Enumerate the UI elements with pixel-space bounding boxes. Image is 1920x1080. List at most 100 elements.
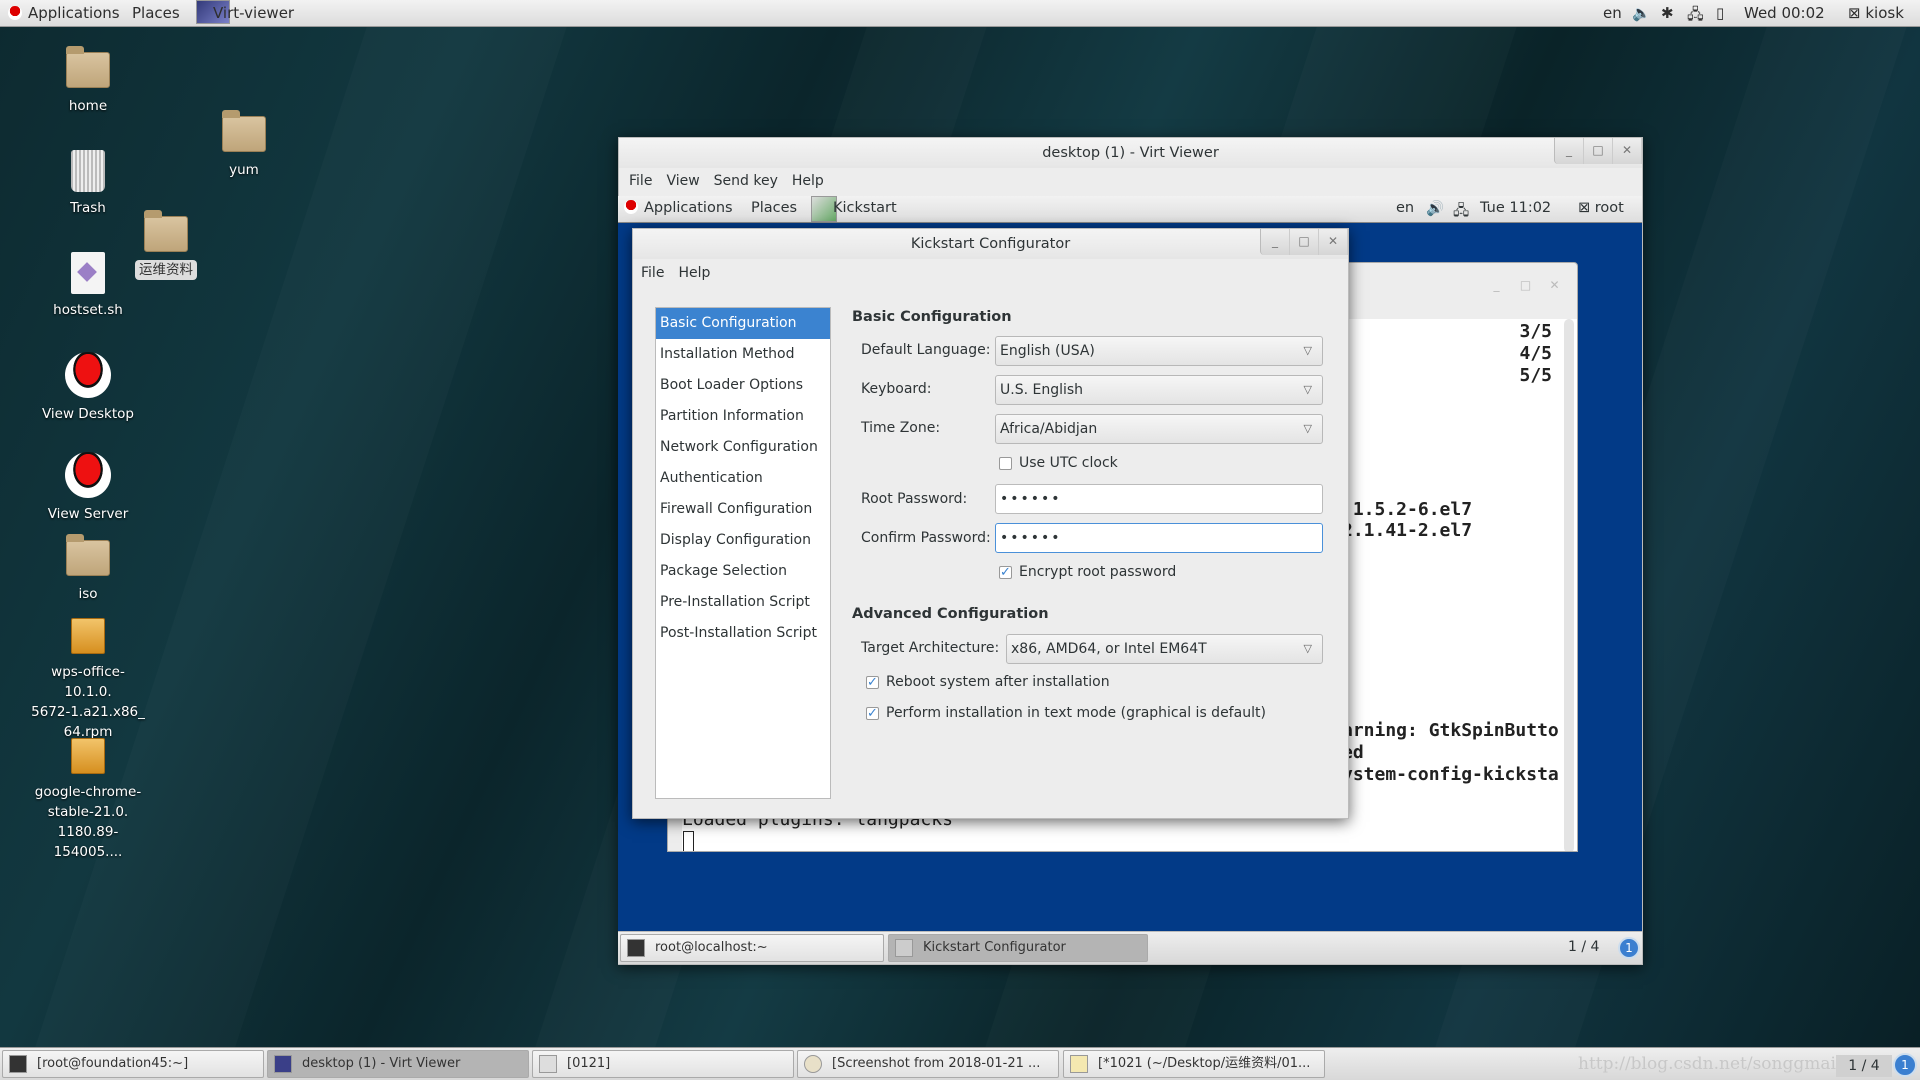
desktop-icon-wps-rpm[interactable]: wps-office-10.1.0. 5672-1.a21.x86_ 64.rp… [28, 618, 148, 742]
maximize-button[interactable]: □ [1290, 229, 1319, 255]
desktop-icon-trash[interactable]: Trash [28, 150, 148, 218]
confirm-password-input[interactable]: •••••• [995, 523, 1323, 553]
guest-applications-menu[interactable]: Applications [624, 200, 733, 216]
target-architecture-label: Target Architecture: [861, 640, 1000, 656]
reboot-checkbox[interactable]: ✓ [866, 676, 879, 689]
terminal-line: 3/5 [1519, 321, 1552, 342]
volume-icon[interactable]: 🔊 [1426, 200, 1444, 217]
guest-task-terminal[interactable]: root@localhost:~ [620, 934, 884, 962]
section-boot-loader-options[interactable]: Boot Loader Options [656, 370, 830, 401]
menu-file[interactable]: File [629, 173, 652, 189]
minimize-button[interactable]: _ [1482, 273, 1511, 299]
terminal-line: ystem-config-kicksta [1342, 764, 1559, 785]
network-icon[interactable]: 🖧 [1687, 4, 1704, 29]
minimize-button[interactable]: _ [1555, 138, 1584, 164]
task-screenshot[interactable]: [Screenshot from 2018-01-21 ... [797, 1050, 1059, 1078]
guest-active-app[interactable]: Kickstart [833, 200, 897, 216]
section-network-configuration[interactable]: Network Configuration [656, 432, 830, 463]
menu-send-key[interactable]: Send key [714, 173, 778, 189]
guest-notification-badge[interactable]: 1 [1618, 937, 1640, 959]
notification-badge[interactable]: 1 [1893, 1053, 1917, 1077]
guest-places-menu[interactable]: Places [751, 200, 797, 216]
section-basic-configuration[interactable]: Basic Configuration [656, 308, 830, 339]
icon-label: google-chrome- stable-21.0. 1180.89-1540… [34, 784, 142, 860]
close-button[interactable]: ✕ [1540, 273, 1569, 299]
task-terminal[interactable]: [root@foundation45:~] [2, 1050, 264, 1078]
task-0121[interactable]: [0121] [532, 1050, 794, 1078]
root-password-input[interactable]: •••••• [995, 484, 1323, 514]
battery-icon[interactable]: ▯ [1716, 4, 1724, 22]
menu-help[interactable]: Help [678, 265, 710, 281]
guest-clock[interactable]: Tue 11:02 [1480, 200, 1551, 216]
desktop-icon-yum[interactable]: yum [184, 110, 304, 180]
section-installation-method[interactable]: Installation Method [656, 339, 830, 370]
terminal-icon [9, 1055, 27, 1073]
language-indicator[interactable]: en [1603, 4, 1622, 22]
guest-language[interactable]: en [1396, 200, 1414, 216]
applications-label: Applications [28, 4, 120, 22]
watermark: http://blog.csdn.net/songgmail [1578, 1054, 1842, 1074]
desktop-icon-yunwei[interactable]: 运维资料 [106, 210, 226, 280]
keyboard-label: Keyboard: [861, 381, 932, 397]
default-language-select[interactable]: English (USA) ▽ [995, 336, 1323, 366]
desktop-icon-view-desktop[interactable]: View Desktop [28, 352, 148, 424]
section-package-selection[interactable]: Package Selection [656, 556, 830, 587]
menu-help[interactable]: Help [792, 173, 824, 189]
guest-task-kickstart[interactable]: Kickstart Configurator [888, 934, 1148, 962]
volume-muted-icon[interactable]: 🔈 [1632, 4, 1651, 22]
text-mode-checkbox[interactable]: ✓ [866, 707, 879, 720]
use-utc-checkbox[interactable] [999, 457, 1012, 470]
section-post-installation-script[interactable]: Post-Installation Script [656, 618, 830, 649]
minimize-button[interactable]: _ [1261, 229, 1290, 255]
kickstart-titlebar[interactable]: Kickstart Configurator _ □ ✕ [633, 229, 1348, 259]
window-title: Kickstart Configurator [910, 236, 1071, 252]
section-firewall-configuration[interactable]: Firewall Configuration [656, 494, 830, 525]
keyboard-select[interactable]: U.S. English ▽ [995, 375, 1323, 405]
virt-viewer-titlebar[interactable]: desktop (1) - Virt Viewer _ □ ✕ [619, 138, 1642, 168]
window-icon [539, 1055, 557, 1073]
time-zone-select[interactable]: Africa/Abidjan ▽ [995, 414, 1323, 444]
close-button[interactable]: ✕ [1613, 138, 1642, 164]
workspace-switcher[interactable]: 1 / 4 [1836, 1055, 1892, 1077]
task-label: [*1021 (~/Desktop/运维资料/01... [1098, 1056, 1311, 1071]
bluetooth-icon[interactable]: ✱ [1661, 4, 1674, 22]
applications-menu[interactable]: Applications [8, 4, 120, 22]
maximize-button[interactable]: □ [1511, 273, 1540, 299]
task-label: [root@foundation45:~] [37, 1056, 189, 1071]
virt-viewer-icon [274, 1055, 292, 1073]
desktop-icon-home[interactable]: home [28, 46, 148, 116]
maximize-button[interactable]: □ [1584, 138, 1613, 164]
menu-view[interactable]: View [666, 173, 699, 189]
task-virt-viewer[interactable]: desktop (1) - Virt Viewer [267, 1050, 529, 1078]
icon-label: View Desktop [41, 406, 134, 422]
network-icon[interactable]: 🖧 [1453, 200, 1469, 225]
taskbar: [root@foundation45:~] desktop (1) - Virt… [0, 1047, 1920, 1080]
chevron-down-icon: ▽ [1303, 642, 1312, 655]
terminal-line: :1.5.2-6.el7 [1342, 499, 1473, 520]
guest-workspace-switcher[interactable]: 1 / 4 [1568, 939, 1599, 955]
default-language-label: Default Language: [861, 342, 991, 358]
active-app-menu[interactable]: Virt-viewer [213, 4, 294, 22]
section-authentication[interactable]: Authentication [656, 463, 830, 494]
desktop-icon-chrome-rpm[interactable]: google-chrome- stable-21.0. 1180.89-1540… [28, 738, 148, 862]
section-partition-information[interactable]: Partition Information [656, 401, 830, 432]
package-icon [71, 738, 105, 774]
menu-file[interactable]: File [641, 265, 664, 281]
desktop-icon-view-server[interactable]: View Server [28, 452, 148, 524]
desktop-icon-iso[interactable]: iso [28, 534, 148, 604]
places-menu[interactable]: Places [132, 4, 180, 22]
script-file-icon [71, 252, 105, 294]
encrypt-password-checkbox[interactable]: ✓ [999, 566, 1012, 579]
target-architecture-select[interactable]: x86, AMD64, or Intel EM64T ▽ [1006, 634, 1323, 664]
task-text-editor[interactable]: [*1021 (~/Desktop/运维资料/01... [1063, 1050, 1325, 1078]
guest-user-menu[interactable]: ⊠ root [1578, 200, 1624, 216]
terminal-scrollbar[interactable] [1564, 319, 1574, 851]
home-folder-icon [66, 46, 110, 88]
user-menu[interactable]: ⊠ kiosk [1848, 4, 1904, 22]
close-button[interactable]: ✕ [1319, 229, 1348, 255]
guest-taskbar: root@localhost:~ Kickstart Configurator … [618, 931, 1642, 964]
clock[interactable]: Wed 00:02 [1744, 4, 1825, 22]
section-display-configuration[interactable]: Display Configuration [656, 525, 830, 556]
trash-icon [71, 150, 105, 192]
section-pre-installation-script[interactable]: Pre-Installation Script [656, 587, 830, 618]
